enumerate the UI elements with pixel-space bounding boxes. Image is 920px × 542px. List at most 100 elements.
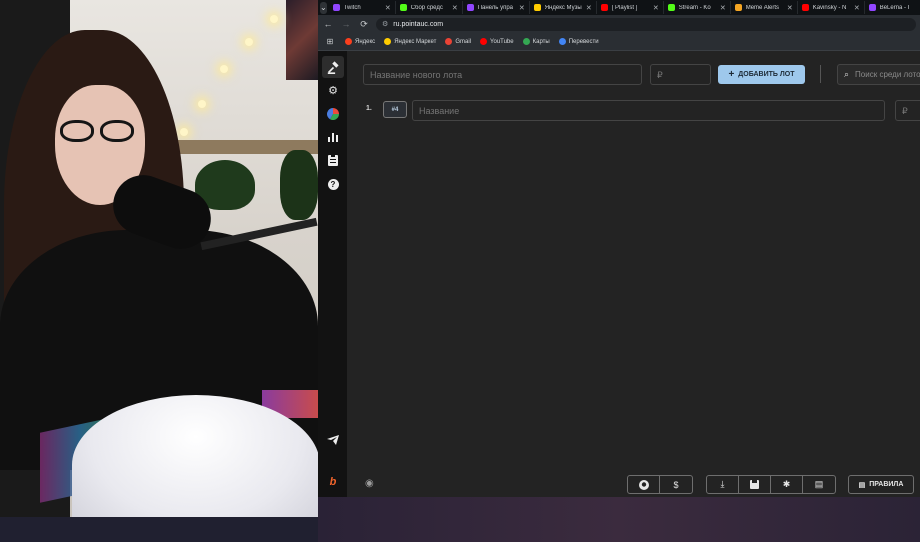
webcam-overlay — [0, 0, 318, 517]
add-lot-label: ДОБАВИТЬ ЛОТ — [738, 71, 795, 78]
eye-icon[interactable]: ◉ — [365, 478, 374, 489]
clipboard-icon[interactable] — [322, 149, 344, 171]
url-text: ru.pointauc.com — [393, 20, 444, 28]
browser-tab[interactable]: Яндекс Музы ✕ — [530, 1, 597, 14]
desktop-background-left — [0, 517, 318, 542]
tab-favicon-icon — [466, 4, 474, 11]
tab-favicon-icon — [667, 4, 675, 11]
close-icon[interactable]: ✕ — [586, 4, 592, 12]
browser-tab[interactable]: [ Playlist ] ✕ — [597, 1, 664, 14]
bookmark-label: Gmail — [455, 38, 472, 45]
tab-favicon-icon — [533, 4, 541, 11]
lot-price-input[interactable] — [895, 100, 920, 121]
lot-name-input[interactable] — [412, 100, 885, 121]
tab-title: Яндекс Музы — [544, 4, 582, 11]
bookmark-favicon-icon — [384, 38, 392, 45]
back-icon[interactable]: ← — [322, 19, 334, 29]
bookmark-label: Яндекс — [355, 38, 376, 45]
apps-grid-icon[interactable]: ⊞ — [324, 37, 336, 46]
save-icon[interactable] — [739, 476, 771, 493]
search-input[interactable]: ⌕ Поиск среди лотов — [837, 64, 920, 85]
bookmark-favicon-icon — [445, 38, 453, 45]
logo-icon[interactable]: b — [322, 471, 344, 493]
gavel-icon[interactable] — [322, 56, 344, 78]
close-icon[interactable]: ✕ — [385, 4, 391, 12]
gear-icon[interactable]: ⚙ — [322, 79, 344, 101]
browser-window: ⌄ Twitch ✕ Сбор средс ✕ Панель упра ✕ Яндекс М… — [318, 0, 920, 497]
rules-button[interactable]: ▤ ПРАВИЛА — [849, 476, 913, 493]
bug-icon[interactable]: ✱ — [771, 476, 803, 493]
close-icon[interactable]: ✕ — [787, 4, 793, 12]
telegram-icon[interactable] — [322, 429, 344, 451]
tab-favicon-icon — [868, 4, 876, 11]
bookmark-item[interactable]: Карты — [522, 38, 550, 45]
desktop-background — [318, 497, 920, 542]
browser-tab[interactable]: Stream - Ko ✕ — [664, 1, 731, 14]
close-icon[interactable]: ✕ — [653, 4, 659, 12]
plus-icon: + — [728, 69, 735, 80]
bookmark-favicon-icon — [522, 38, 530, 45]
add-lot-button[interactable]: + ДОБАВИТЬ ЛОТ — [718, 65, 805, 84]
pointauc-app: ⚙ ? b + ДОБАВИТЬ ЛОТ — [318, 51, 920, 497]
tab-title: Stream - Ko — [678, 4, 711, 11]
bookmark-favicon-icon — [558, 38, 566, 45]
bookmark-label: Карты — [532, 38, 550, 45]
actions-group: ⤓ ✱ ▤ — [706, 475, 836, 494]
browser-tab[interactable]: Meme Alerts ✕ — [731, 1, 798, 14]
slot-list-icon[interactable]: ▤ — [803, 476, 835, 493]
download-icon[interactable]: ⤓ — [707, 476, 739, 493]
tab-title: Kavinsky - N — [812, 4, 847, 11]
toolbar-divider — [820, 65, 821, 83]
tab-favicon-icon — [734, 4, 742, 11]
bottom-bar: ◉ $ ⤓ ✱ ▤ ▤ ПРАВИЛА — [347, 474, 920, 494]
bookmark-item[interactable]: Яндекс — [345, 38, 375, 45]
tab-favicon-icon — [332, 4, 340, 11]
tab-favicon-icon — [600, 4, 608, 11]
reload-icon[interactable]: ⟳ — [358, 19, 370, 30]
search-placeholder: Поиск среди лотов — [855, 70, 920, 79]
bookmark-item[interactable]: YouTube — [480, 38, 514, 45]
tab-bar: ⌄ Twitch ✕ Сбор средс ✕ Панель упра ✕ Яндекс М… — [318, 0, 920, 15]
browser-tab[interactable]: Kavinsky - N ✕ — [798, 1, 865, 14]
close-icon[interactable]: ✕ — [854, 4, 860, 12]
tab-title: BeLerna - I — [879, 4, 910, 11]
close-icon[interactable]: ✕ — [519, 4, 525, 12]
bookmarks-bar: ⊞ Яндекс Яндекс Маркет Gmail YouTube Карты Пе… — [318, 33, 920, 51]
links-group: $ — [627, 475, 693, 494]
rules-group: ▤ ПРАВИЛА — [848, 475, 914, 494]
address-bar[interactable]: ⚙ ru.pointauc.com — [376, 17, 916, 31]
forward-icon[interactable]: → — [340, 19, 352, 29]
tab-title: Сбор средс — [410, 4, 443, 11]
browser-tab[interactable]: Twitch ✕ — [329, 1, 396, 14]
bookmark-item[interactable]: Перевести — [558, 38, 599, 45]
browser-tab[interactable]: Сбор средс ✕ — [396, 1, 463, 14]
bookmark-item[interactable]: Яндекс Маркет — [384, 38, 436, 45]
browser-toolbar: ← → ⟳ ⚙ ru.pointauc.com — [318, 15, 920, 33]
lot-number: 1. — [366, 105, 372, 112]
bookmark-item[interactable]: Gmail — [445, 38, 471, 45]
chevron-down-icon[interactable]: ⌄ — [320, 1, 327, 14]
lot-id-badge[interactable]: #4 — [383, 101, 407, 118]
tab-favicon-icon — [399, 4, 407, 11]
bar-chart-icon[interactable] — [322, 126, 344, 148]
main-panel: + ДОБАВИТЬ ЛОТ ⌕ Поиск среди лотов 1. #4… — [347, 51, 920, 497]
new-lot-price-input[interactable] — [650, 64, 711, 85]
close-icon[interactable]: ✕ — [452, 4, 458, 12]
bookmark-label: Яндекс Маркет — [394, 38, 437, 45]
sidebar: ⚙ ? b — [318, 51, 347, 497]
bookmark-favicon-icon — [480, 38, 488, 45]
help-icon[interactable]: ? — [322, 173, 344, 195]
pie-chart-icon[interactable] — [322, 103, 344, 125]
browser-tab[interactable]: BeLerna - I✕ — [865, 1, 920, 14]
rules-label: ПРАВИЛА — [869, 481, 904, 488]
tab-title: Twitch — [343, 4, 361, 11]
site-info-icon[interactable]: ⚙ — [382, 20, 388, 28]
browser-tab[interactable]: Панель упра ✕ — [463, 1, 530, 14]
rules-icon: ▤ — [858, 481, 866, 489]
search-icon: ⌕ — [844, 69, 850, 79]
close-icon[interactable]: ✕ — [720, 4, 726, 12]
new-lot-name-input[interactable] — [363, 64, 642, 85]
tab-title: Панель упра — [477, 4, 514, 11]
donate-icon[interactable]: $ — [660, 476, 692, 493]
github-icon[interactable] — [628, 476, 660, 493]
